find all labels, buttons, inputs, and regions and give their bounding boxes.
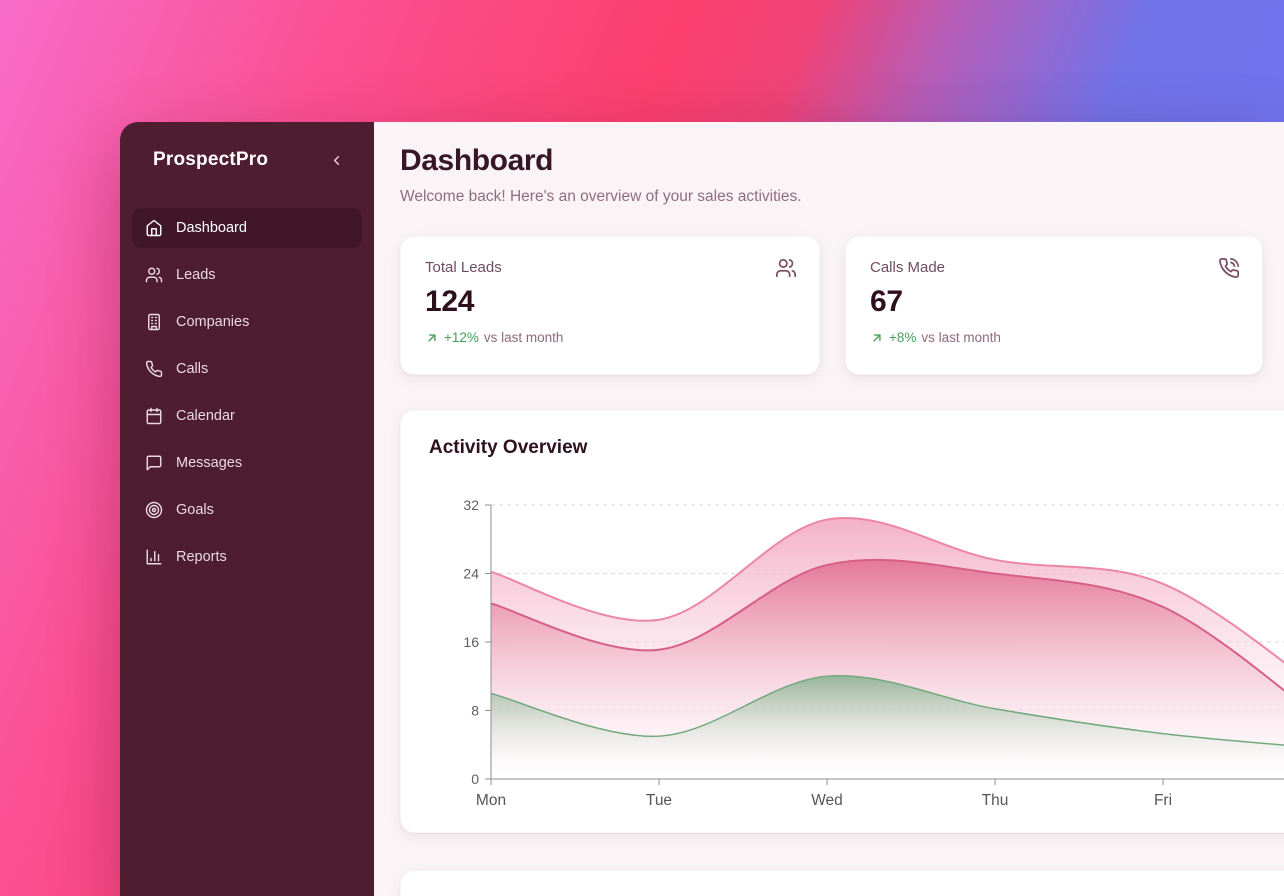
bottom-card-partial	[400, 870, 1284, 896]
svg-text:Tue: Tue	[646, 792, 672, 809]
sidebar-item-messages[interactable]: Messages	[132, 443, 362, 483]
main-content: Dashboard Welcome back! Here's an overvi…	[374, 122, 1284, 896]
sidebar-item-dashboard[interactable]: Dashboard	[132, 208, 362, 248]
trend-note: vs last month	[921, 330, 1001, 345]
desktop-background: { "brand": { "name": "ProspectPro" }, "s…	[0, 0, 1284, 896]
sidebar-item-companies[interactable]: Companies	[132, 302, 362, 342]
stat-card-calls-made: Calls Made 67 +8% vs last month	[845, 236, 1263, 375]
page-subtitle: Welcome back! Here's an overview of your…	[400, 188, 802, 206]
users-icon	[145, 266, 163, 284]
page-title: Dashboard	[400, 144, 553, 178]
sidebar-item-calendar[interactable]: Calendar	[132, 396, 362, 436]
arrow-up-right-icon	[425, 331, 439, 345]
svg-text:Wed: Wed	[811, 792, 843, 809]
stat-trend: +12% vs last month	[425, 330, 795, 345]
message-icon	[145, 454, 163, 472]
svg-text:8: 8	[471, 703, 479, 719]
sidebar-item-label: Messages	[176, 455, 242, 471]
stat-label: Calls Made	[870, 259, 1238, 276]
sidebar-item-label: Dashboard	[176, 220, 247, 236]
target-icon	[145, 501, 163, 519]
chart-title: Activity Overview	[429, 437, 587, 459]
svg-text:0: 0	[471, 771, 479, 787]
svg-text:24: 24	[463, 566, 479, 582]
svg-text:32: 32	[463, 497, 479, 513]
phone-call-icon	[1218, 257, 1240, 279]
bar-chart-icon	[145, 548, 163, 566]
home-icon	[145, 219, 163, 237]
sidebar-item-reports[interactable]: Reports	[132, 537, 362, 577]
arrow-up-right-icon	[870, 331, 884, 345]
svg-text:Mon: Mon	[476, 792, 506, 809]
sidebar-item-label: Companies	[176, 314, 249, 330]
sidebar-header: ProspectPro	[153, 149, 346, 171]
stat-value: 124	[425, 285, 795, 319]
phone-icon	[145, 360, 163, 378]
svg-text:Fri: Fri	[1154, 792, 1172, 809]
activity-overview-card: 0 8 16 24 32 Mon Tue Wed Thu Fri Activity Overvie…	[400, 410, 1284, 833]
trend-percent: +12%	[444, 330, 479, 345]
chevron-left-icon	[329, 153, 344, 168]
sidebar-item-label: Goals	[176, 502, 214, 518]
trend-percent: +8%	[889, 330, 916, 345]
sidebar-item-calls[interactable]: Calls	[132, 349, 362, 389]
sidebar-item-leads[interactable]: Leads	[132, 255, 362, 295]
brand-logo-text: ProspectPro	[153, 149, 268, 171]
sidebar-collapse-button[interactable]	[327, 151, 346, 170]
stat-trend: +8% vs last month	[870, 330, 1238, 345]
svg-text:Thu: Thu	[982, 792, 1009, 809]
activity-area-chart: 0 8 16 24 32 Mon Tue Wed Thu Fri	[401, 411, 1284, 834]
app-window: ProspectPro Dashboard Leads Companies Ca…	[120, 122, 1284, 896]
sidebar-item-label: Calendar	[176, 408, 235, 424]
trend-note: vs last month	[484, 330, 564, 345]
sidebar-item-goals[interactable]: Goals	[132, 490, 362, 530]
stat-card-total-leads: Total Leads 124 +12% vs last month	[400, 236, 820, 375]
stat-value: 67	[870, 285, 1238, 319]
svg-text:16: 16	[463, 634, 479, 650]
stat-label: Total Leads	[425, 259, 795, 276]
building-icon	[145, 313, 163, 331]
sidebar-item-label: Leads	[176, 267, 216, 283]
users-icon	[775, 257, 797, 279]
sidebar-item-label: Reports	[176, 549, 227, 565]
sidebar: ProspectPro Dashboard Leads Companies Ca…	[120, 122, 374, 896]
calendar-icon	[145, 407, 163, 425]
sidebar-item-label: Calls	[176, 361, 208, 377]
sidebar-nav: Dashboard Leads Companies Calls Calendar…	[120, 208, 374, 577]
